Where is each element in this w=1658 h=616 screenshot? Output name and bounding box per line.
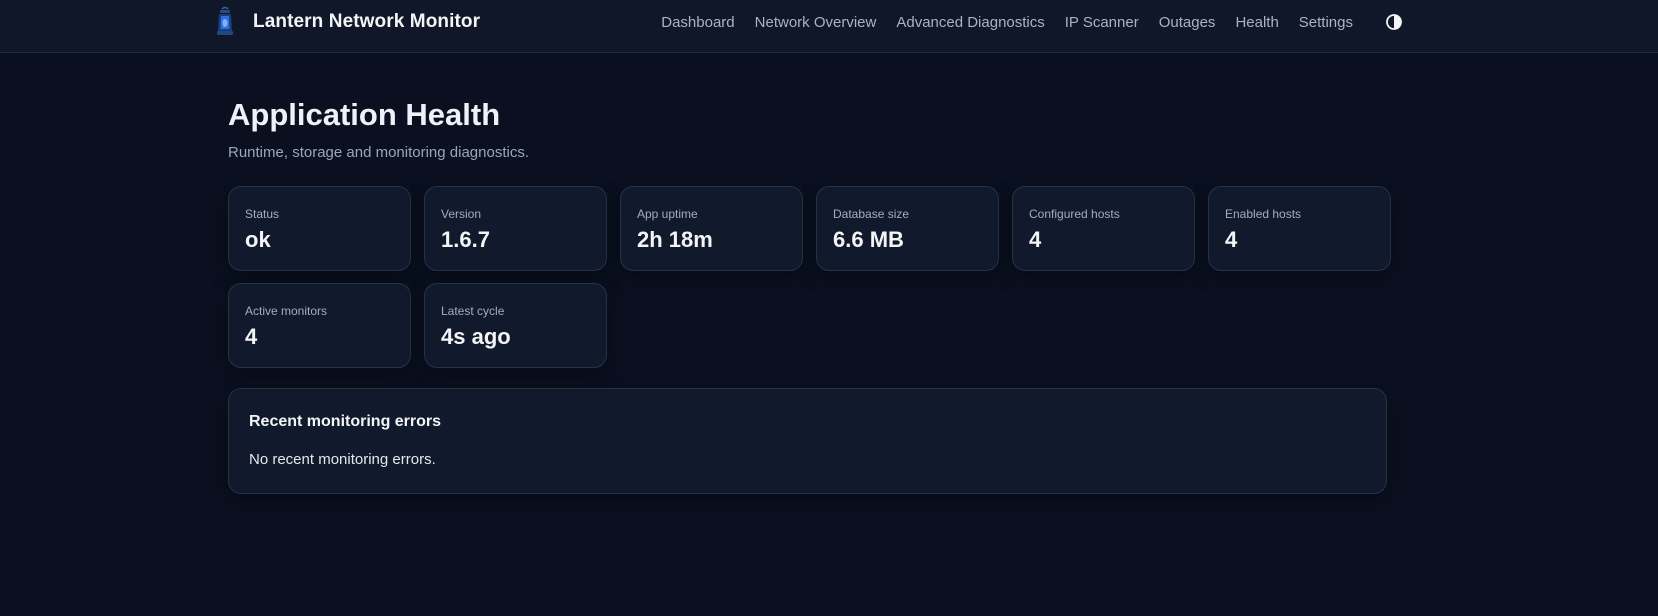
nav-dashboard[interactable]: Dashboard: [661, 14, 734, 31]
contrast-icon[interactable]: [1385, 13, 1403, 31]
main-content: Application Health Runtime, storage and …: [228, 96, 1391, 494]
stat-card-status: Status ok: [228, 186, 411, 271]
stat-label: Latest cycle: [441, 304, 505, 318]
stat-value: 4: [1029, 227, 1042, 252]
stat-label: App uptime: [637, 207, 698, 221]
stat-label: Active monitors: [245, 304, 328, 318]
stat-label: Configured hosts: [1029, 207, 1120, 221]
recent-errors-panel: Recent monitoring errors No recent monit…: [228, 388, 1387, 494]
main-nav: Dashboard Network Overview Advanced Diag…: [661, 11, 1353, 33]
app-title: Lantern Network Monitor: [253, 11, 481, 32]
brand[interactable]: Lantern Network Monitor: [214, 6, 480, 38]
stats-grid: Status ok Version 1.6.7 App uptime 2h 18…: [228, 186, 1391, 368]
stat-label: Status: [245, 207, 280, 221]
empty-state-text: No recent monitoring errors.: [249, 451, 436, 468]
stat-label: Version: [441, 207, 482, 221]
top-navbar: Lantern Network Monitor Dashboard Networ…: [0, 0, 1658, 53]
stat-label: Enabled hosts: [1225, 207, 1302, 221]
stat-value: 4: [1225, 227, 1238, 252]
stat-card-active-monitors: Active monitors 4: [228, 283, 411, 368]
stat-value: 4: [245, 324, 258, 349]
nav-ip-scanner[interactable]: IP Scanner: [1065, 14, 1139, 31]
stat-card-app-uptime: App uptime 2h 18m: [620, 186, 803, 271]
stat-card-database-size: Database size 6.6 MB: [816, 186, 999, 271]
page-title: Application Health: [228, 97, 501, 132]
nav-settings[interactable]: Settings: [1299, 14, 1353, 31]
stat-card-configured-hosts: Configured hosts 4: [1012, 186, 1195, 271]
nav-health[interactable]: Health: [1235, 14, 1278, 31]
lantern-icon: [217, 6, 233, 35]
nav-network-overview[interactable]: Network Overview: [755, 14, 877, 31]
nav-outages[interactable]: Outages: [1159, 14, 1216, 31]
stat-card-enabled-hosts: Enabled hosts 4: [1208, 186, 1391, 271]
stat-card-version: Version 1.6.7: [424, 186, 607, 271]
stat-value: 1.6.7: [441, 227, 490, 252]
nav-advanced-diagnostics[interactable]: Advanced Diagnostics: [896, 14, 1044, 31]
stat-value: 6.6 MB: [833, 227, 904, 252]
stat-value: ok: [245, 227, 271, 252]
page-subtitle: Runtime, storage and monitoring diagnost…: [228, 144, 529, 161]
stat-value: 4s ago: [441, 324, 511, 349]
stat-label: Database size: [833, 207, 910, 221]
panel-title: Recent monitoring errors: [249, 413, 442, 430]
stat-card-latest-cycle: Latest cycle 4s ago: [424, 283, 607, 368]
stat-value: 2h 18m: [637, 227, 713, 252]
